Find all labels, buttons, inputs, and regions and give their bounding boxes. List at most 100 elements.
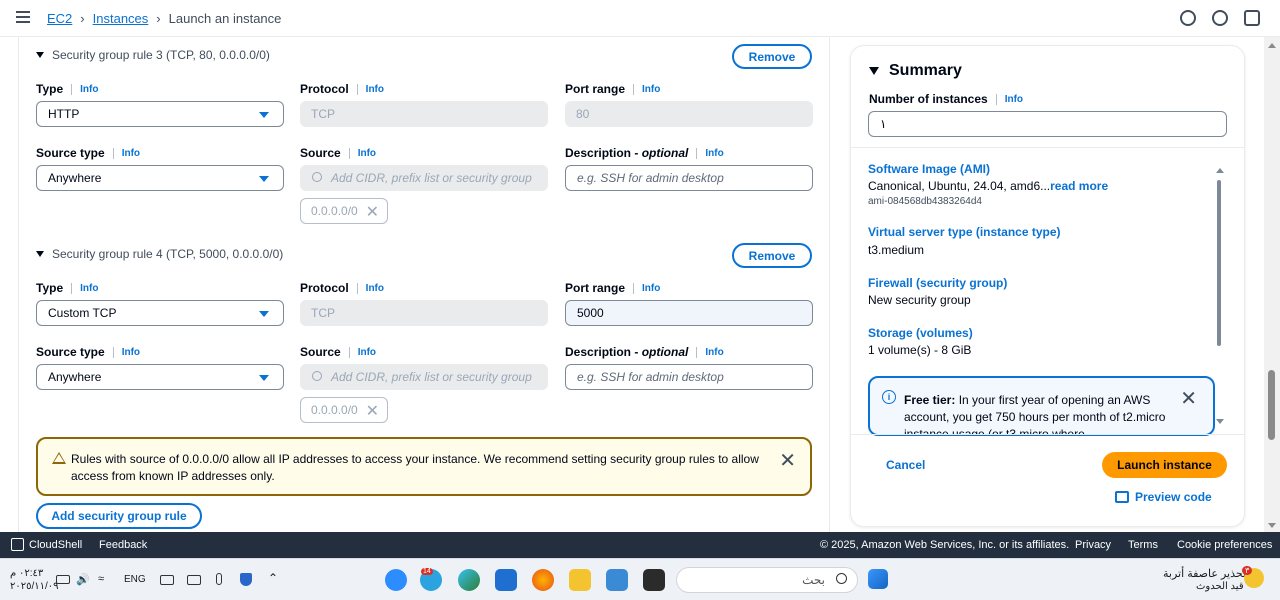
taskbar-search-input[interactable]: بحث [676, 567, 858, 593]
breadcrumb: EC2 › Instances › Launch an instance [47, 11, 281, 26]
breadcrumb-instances[interactable]: Instances [93, 11, 149, 26]
search-icon [312, 371, 322, 381]
screen-icon[interactable] [1244, 10, 1260, 26]
port-range-field: 80 [565, 101, 813, 127]
battery-icon[interactable] [56, 575, 70, 584]
breadcrumb-current: Launch an instance [168, 11, 282, 26]
source-type-select[interactable]: Anywhere [36, 364, 284, 390]
rule-3-header[interactable]: Security group rule 3 (TCP, 80, 0.0.0.0/… [36, 48, 270, 62]
page-scrollbar[interactable] [1264, 37, 1280, 532]
scroll-down-icon[interactable] [1216, 419, 1224, 424]
divider [851, 147, 1244, 148]
info-link[interactable]: Info [112, 346, 140, 358]
launch-instance-button[interactable]: Launch instance [1102, 452, 1227, 478]
info-link[interactable]: Info [696, 147, 724, 159]
zoom-app-icon[interactable] [385, 569, 407, 591]
terminal-app-icon[interactable] [643, 569, 665, 591]
firewall-link[interactable]: Firewall (security group) [868, 276, 1007, 290]
caret-down-icon [36, 52, 44, 58]
remote-desktop-icon[interactable] [606, 569, 628, 591]
language-indicator[interactable]: ENG [124, 574, 146, 585]
privacy-link[interactable]: Privacy [1075, 539, 1111, 551]
rule-4-header[interactable]: Security group rule 4 (TCP, 5000, 0.0.0.… [36, 247, 283, 261]
close-icon[interactable]: ✕ [779, 448, 796, 473]
source-search-input: Add CIDR, prefix list or security group [300, 364, 548, 390]
caret-down-icon [259, 176, 269, 182]
file-explorer-icon[interactable] [569, 569, 591, 591]
scroll-up-icon[interactable] [1268, 43, 1276, 48]
scroll-up-icon[interactable] [1216, 168, 1224, 173]
info-link[interactable]: Info [71, 83, 98, 95]
firefox-app-icon[interactable] [532, 569, 554, 591]
preview-code-button[interactable]: Preview code [1115, 490, 1212, 504]
info-link[interactable]: Info [348, 346, 376, 358]
wifi-icon[interactable]: ≈ [98, 573, 104, 585]
cookie-preferences-link[interactable]: Cookie preferences [1177, 539, 1272, 551]
remove-rule-4-button[interactable]: Remove [732, 243, 812, 268]
summary-header[interactable]: Summary [869, 62, 962, 80]
microphone-icon[interactable] [216, 573, 222, 585]
info-link[interactable]: Info [356, 83, 384, 95]
port-range-input[interactable]: 5000 [565, 300, 813, 326]
store-app-icon[interactable] [495, 569, 517, 591]
chevron-up-icon[interactable]: ⌃ [268, 571, 278, 585]
clock-icon[interactable] [1212, 10, 1228, 26]
source-token: 0.0.0.0/0 ✕ [300, 397, 388, 423]
source-label: Source Info [300, 345, 377, 359]
ime-icon[interactable] [160, 575, 174, 585]
breadcrumb-ec2[interactable]: EC2 [47, 11, 72, 26]
scroll-thumb[interactable] [1268, 370, 1275, 440]
volume-icon[interactable]: 🔊 [76, 573, 90, 586]
info-link[interactable]: Info [696, 346, 724, 358]
scroll-down-icon[interactable] [1268, 523, 1276, 528]
instance-type-value: t3.medium [868, 243, 925, 257]
keyboard-icon[interactable] [187, 575, 201, 585]
scroll-thumb[interactable] [1217, 180, 1221, 346]
description-input[interactable]: e.g. SSH for admin desktop [565, 364, 813, 390]
info-link[interactable]: Info [348, 147, 376, 159]
info-link[interactable]: Info [995, 93, 1023, 105]
ami-id: ami-084568db4383264d4 [868, 196, 982, 207]
shield-icon[interactable] [240, 573, 252, 586]
description-label: Description - optional Info [565, 146, 724, 160]
add-security-group-rule-button[interactable]: Add security group rule [36, 503, 202, 529]
cancel-button[interactable]: Cancel [886, 458, 925, 472]
remove-rule-3-button[interactable]: Remove [732, 44, 812, 69]
info-link[interactable]: Info [633, 83, 660, 95]
windows-start-icon[interactable] [868, 569, 888, 589]
edge-app-icon[interactable] [458, 569, 480, 591]
number-of-instances-input[interactable]: ١ [868, 111, 1227, 137]
clock-date[interactable]: ٢٠٢٥/١١/٠٩ [10, 581, 59, 592]
info-link[interactable]: Info [71, 282, 98, 294]
close-icon[interactable]: ✕ [366, 202, 379, 222]
instance-type-link[interactable]: Virtual server type (instance type) [868, 225, 1061, 239]
type-select[interactable]: Custom TCP [36, 300, 284, 326]
source-type-select[interactable]: Anywhere [36, 165, 284, 191]
cloudshell-link[interactable]: CloudShell [29, 539, 82, 551]
number-of-instances-label: Number of instances Info [869, 92, 1024, 106]
security-group-rules-panel: Security group rule 3 (TCP, 80, 0.0.0.0/… [0, 37, 840, 532]
info-link[interactable]: Info [356, 282, 384, 294]
description-input[interactable]: e.g. SSH for admin desktop [565, 165, 813, 191]
close-icon[interactable]: ✕ [1180, 386, 1197, 411]
menu-icon[interactable] [16, 11, 30, 23]
summary-panel: Summary Number of instances Info ١ Softwa… [850, 45, 1245, 527]
notification-title[interactable]: تحذير عاصفة أتربة [1163, 567, 1246, 580]
source-token: 0.0.0.0/0 ✕ [300, 198, 388, 224]
close-icon[interactable]: ✕ [366, 401, 379, 421]
cloudshell-icon[interactable] [11, 538, 24, 551]
description-label: Description - optional Info [565, 345, 724, 359]
info-icon: i [882, 390, 896, 404]
read-more-link[interactable]: read more [1050, 179, 1108, 193]
terms-link[interactable]: Terms [1128, 539, 1158, 551]
summary-scrollbar[interactable] [1214, 166, 1224, 428]
clock-time[interactable]: ٠٢:٤٣ م [10, 568, 43, 579]
feedback-link[interactable]: Feedback [99, 539, 147, 551]
info-link[interactable]: Info [633, 282, 660, 294]
info-link[interactable]: Info [112, 147, 140, 159]
ami-link[interactable]: Software Image (AMI) [868, 162, 990, 176]
storage-link[interactable]: Storage (volumes) [868, 326, 973, 340]
info-circle-icon[interactable] [1180, 10, 1196, 26]
notification-subtitle[interactable]: قيد الحدوث [1196, 581, 1244, 592]
type-select[interactable]: HTTP [36, 101, 284, 127]
